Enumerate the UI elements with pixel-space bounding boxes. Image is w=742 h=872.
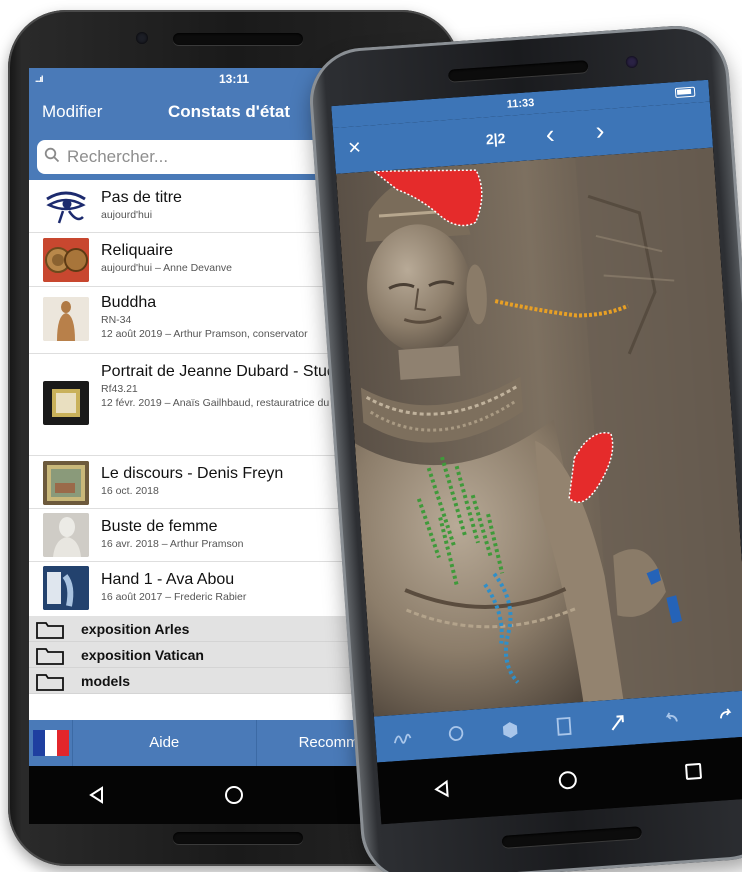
lasso-tool-button[interactable]	[440, 718, 472, 750]
folder-name: models	[81, 673, 131, 689]
buddha-statue-thumbnail	[43, 297, 89, 341]
help-button[interactable]: Aide	[73, 720, 257, 766]
earpiece-speaker	[447, 60, 589, 82]
search-icon	[37, 147, 67, 168]
folder-name: exposition Arles	[81, 621, 190, 637]
home-circle-icon	[558, 771, 577, 790]
page-indicator: 2|2	[485, 130, 506, 148]
undo-icon	[665, 712, 678, 722]
polygon-icon	[502, 722, 518, 739]
folder-icon	[35, 672, 65, 692]
arrow-icon	[611, 715, 624, 731]
blue-photo-thumbnail	[43, 566, 89, 610]
right-screen: 11:33 × 2|2 ‹ ›	[331, 79, 742, 825]
marble-bust-thumbnail	[43, 513, 89, 557]
signal-icon: ...ıl	[35, 74, 43, 84]
back-triangle-icon	[89, 786, 104, 804]
language-flag-button[interactable]	[29, 720, 73, 766]
arrow-tool-button[interactable]	[602, 707, 634, 739]
redo-button[interactable]	[710, 699, 742, 731]
folder-name: exposition Vatican	[81, 647, 204, 663]
reliquary-thumbnail	[43, 238, 89, 282]
france-flag-icon	[32, 730, 69, 756]
chevron-left-icon[interactable]: ‹	[545, 119, 556, 151]
back-button[interactable]	[67, 775, 127, 815]
bottom-speaker	[501, 826, 643, 848]
recents-button[interactable]	[662, 749, 725, 793]
freehand-tool-button[interactable]	[386, 722, 418, 754]
sculpture-photo	[335, 147, 742, 717]
undo-button[interactable]	[656, 703, 688, 735]
eye-of-horus-thumbnail	[43, 185, 89, 229]
polygon-tool-button[interactable]	[494, 714, 526, 746]
front-camera-icon	[136, 32, 148, 44]
lasso-icon	[448, 725, 464, 741]
folder-icon	[35, 620, 65, 640]
framed-painting-thumbnail	[43, 461, 89, 505]
framed-portrait-thumbnail	[43, 381, 89, 425]
chevron-right-icon[interactable]: ›	[595, 115, 606, 147]
front-camera-icon	[625, 55, 639, 69]
folder-icon	[35, 646, 65, 666]
bottom-speaker	[173, 832, 303, 844]
recents-square-icon	[685, 763, 702, 780]
home-button[interactable]	[536, 758, 599, 802]
earpiece-speaker	[173, 33, 303, 45]
rectangle-icon	[556, 716, 572, 736]
status-time: 13:11	[218, 72, 250, 86]
back-button[interactable]	[411, 767, 474, 811]
close-icon[interactable]: ×	[347, 134, 362, 161]
annotated-photo[interactable]	[335, 147, 742, 717]
status-time: 11:33	[506, 96, 535, 111]
freehand-icon	[393, 733, 412, 744]
home-button[interactable]	[204, 775, 264, 815]
rectangle-tool-button[interactable]	[548, 710, 580, 742]
back-triangle-icon	[434, 779, 449, 798]
right-phone: 11:33 × 2|2 ‹ ›	[306, 22, 742, 872]
battery-icon	[674, 86, 696, 99]
home-circle-icon	[224, 786, 243, 804]
redo-icon	[719, 708, 732, 719]
